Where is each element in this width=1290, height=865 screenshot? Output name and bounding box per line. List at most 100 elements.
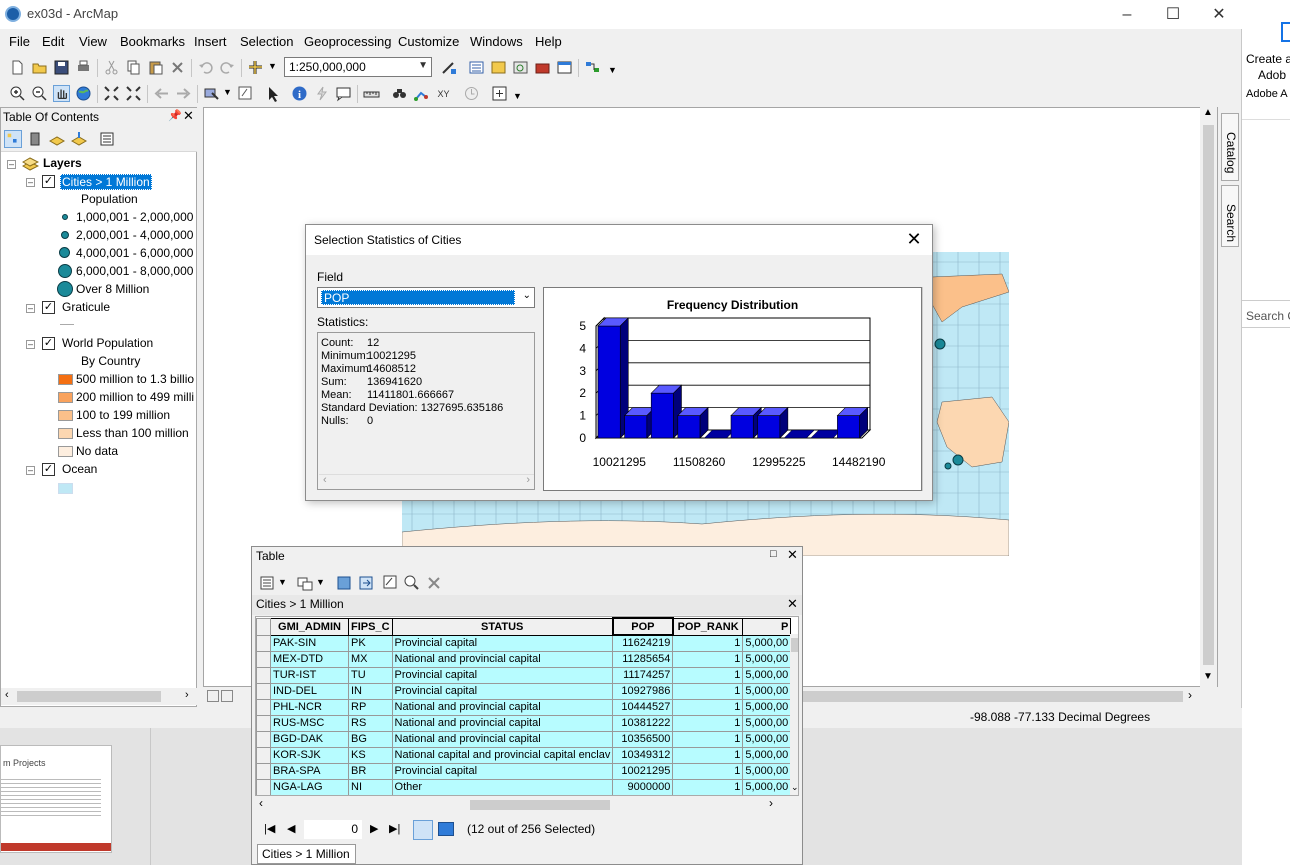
- cell-pop[interactable]: 10349312: [612, 746, 674, 764]
- table-tab-close-icon[interactable]: ✕: [787, 596, 798, 612]
- cell-gmi-admin[interactable]: BGD-DAK: [270, 730, 349, 748]
- ocean-visibility-checkbox[interactable]: ✓: [42, 463, 55, 476]
- identify-icon[interactable]: i: [291, 85, 308, 102]
- scroll-right-icon[interactable]: ›: [769, 796, 773, 810]
- toc-window-icon[interactable]: [468, 59, 485, 76]
- cell-status[interactable]: Provincial capital: [391, 666, 614, 684]
- table-vertical-scrollbar[interactable]: ⌄: [790, 634, 798, 795]
- attribute-table[interactable]: GMI_ADMIN FIPS_C STATUS POP POP_RANK P P…: [255, 616, 799, 796]
- save-icon[interactable]: [53, 59, 70, 76]
- scroll-left-icon[interactable]: ‹: [259, 796, 263, 810]
- cell-status[interactable]: Other: [391, 778, 614, 795]
- find-icon[interactable]: [391, 85, 408, 102]
- graticule-visibility-checkbox[interactable]: ✓: [42, 301, 55, 314]
- open-folder-icon[interactable]: [31, 59, 48, 76]
- toc-close-icon[interactable]: ✕: [183, 108, 194, 124]
- graticule-layer-name[interactable]: Graticule: [62, 300, 110, 314]
- fixed-zoom-out-icon[interactable]: [125, 85, 142, 102]
- create-viewer-window-icon[interactable]: [491, 85, 508, 102]
- layers-root-label[interactable]: Layers: [43, 156, 82, 170]
- row-selector[interactable]: [256, 730, 271, 748]
- scroll-thumb[interactable]: [1203, 125, 1214, 665]
- maximize-button[interactable]: ☐: [1150, 0, 1196, 29]
- cut-icon[interactable]: [103, 59, 120, 76]
- full-extent-icon[interactable]: [75, 85, 92, 102]
- scroll-up-icon[interactable]: ▲: [1203, 107, 1213, 118]
- catalog-dock-tab[interactable]: Catalog: [1221, 113, 1239, 181]
- list-by-drawing-order-icon[interactable]: [4, 130, 22, 148]
- cell-gmi-admin[interactable]: IND-DEL: [270, 682, 349, 700]
- select-elements-icon[interactable]: [265, 85, 282, 102]
- menu-windows[interactable]: Windows: [470, 34, 523, 49]
- cell-pop-rank[interactable]: 1: [672, 762, 744, 780]
- menu-insert[interactable]: Insert: [194, 34, 227, 49]
- cell-fips[interactable]: RP: [348, 698, 393, 716]
- scroll-thumb[interactable]: [791, 638, 798, 652]
- cell-pop-rank[interactable]: 1: [672, 730, 744, 748]
- menu-file[interactable]: File: [9, 34, 30, 49]
- select-features-icon[interactable]: [203, 85, 220, 102]
- row-selector[interactable]: [256, 666, 271, 684]
- worldpop-collapse-icon[interactable]: –: [26, 340, 35, 349]
- cell-pop-rank[interactable]: 1: [672, 682, 744, 700]
- menu-customize[interactable]: Customize: [398, 34, 459, 49]
- back-extent-icon[interactable]: [153, 85, 170, 102]
- go-to-xy-icon[interactable]: XY: [435, 85, 452, 102]
- delete-selected-icon[interactable]: [426, 575, 442, 591]
- bg-search-field[interactable]: Search C: [1242, 300, 1290, 328]
- cell-pop[interactable]: 10381222: [612, 714, 674, 732]
- forward-extent-icon[interactable]: [175, 85, 192, 102]
- layers-collapse-icon[interactable]: –: [7, 160, 16, 169]
- cell-gmi-admin[interactable]: MEX-DTD: [270, 650, 349, 668]
- record-number-field[interactable]: 0: [304, 820, 362, 839]
- row-header-corner[interactable]: [256, 617, 271, 636]
- cell-status[interactable]: Provincial capital: [391, 634, 614, 652]
- cell-status[interactable]: National and provincial capital: [391, 714, 614, 732]
- fixed-zoom-in-icon[interactable]: [103, 85, 120, 102]
- row-selector[interactable]: [256, 698, 271, 716]
- row-selector[interactable]: [256, 634, 271, 652]
- pin-icon[interactable]: 📌: [168, 109, 182, 122]
- cell-pop-rank[interactable]: 1: [672, 778, 744, 795]
- hyperlink-icon[interactable]: [313, 85, 330, 102]
- cell-status[interactable]: National capital and provincial capital …: [391, 746, 614, 764]
- cell-status[interactable]: National and provincial capital: [391, 698, 614, 716]
- table-row[interactable]: BGD-DAK BG National and provincial capital…: [256, 730, 792, 748]
- model-builder-icon[interactable]: [584, 59, 601, 76]
- cell-pop-rank[interactable]: 1: [672, 746, 744, 764]
- cell-pop[interactable]: 10927986: [612, 682, 674, 700]
- cell-pop-class[interactable]: 5,000,00: [742, 682, 792, 700]
- cell-fips[interactable]: RS: [348, 714, 393, 732]
- python-window-icon[interactable]: [556, 59, 573, 76]
- map-scale-combo[interactable]: 1:250,000,000 ▼: [284, 57, 432, 77]
- cell-pop-class[interactable]: 5,000,00: [742, 714, 792, 732]
- table-row[interactable]: PAK-SIN PK Provincial capital 11624219 1 5,00…: [256, 634, 792, 652]
- paste-icon[interactable]: [147, 59, 164, 76]
- add-data-dropdown-icon[interactable]: ▼: [268, 61, 277, 71]
- arctoolbox-icon[interactable]: [534, 59, 551, 76]
- last-record-icon[interactable]: ▶|: [389, 822, 400, 835]
- cell-pop[interactable]: 11174257: [612, 666, 674, 684]
- table-options-icon[interactable]: [259, 575, 275, 591]
- row-selector[interactable]: [256, 778, 271, 795]
- cell-pop-class[interactable]: 5,000,00: [742, 730, 792, 748]
- map-vertical-scrollbar[interactable]: ▲ ▼: [1200, 107, 1217, 687]
- cities-layer-name[interactable]: Cities > 1 Million: [60, 174, 152, 190]
- list-by-selection-icon[interactable]: [70, 130, 88, 148]
- row-selector[interactable]: [256, 650, 271, 668]
- table-tab[interactable]: Cities > 1 Million: [257, 844, 356, 864]
- column-header-fips[interactable]: FIPS_C: [348, 617, 393, 636]
- cell-pop[interactable]: 10444527: [612, 698, 674, 716]
- table-row[interactable]: NGA-LAG NI Other 9000000 1 5,000,00: [256, 778, 792, 795]
- scroll-right-icon[interactable]: ›: [1188, 688, 1192, 702]
- row-selector[interactable]: [256, 714, 271, 732]
- cell-fips[interactable]: IN: [348, 682, 393, 700]
- scroll-thumb[interactable]: [17, 691, 161, 702]
- clear-selection-icon[interactable]: [382, 574, 398, 590]
- cell-gmi-admin[interactable]: NGA-LAG: [270, 778, 349, 795]
- layout-view-icon[interactable]: [221, 690, 233, 702]
- table-horizontal-scrollbar[interactable]: ‹ ›: [255, 796, 781, 812]
- table-options-dropdown-icon[interactable]: ▼: [278, 577, 287, 587]
- cities-collapse-icon[interactable]: –: [26, 178, 35, 187]
- first-record-icon[interactable]: |◀: [264, 822, 275, 835]
